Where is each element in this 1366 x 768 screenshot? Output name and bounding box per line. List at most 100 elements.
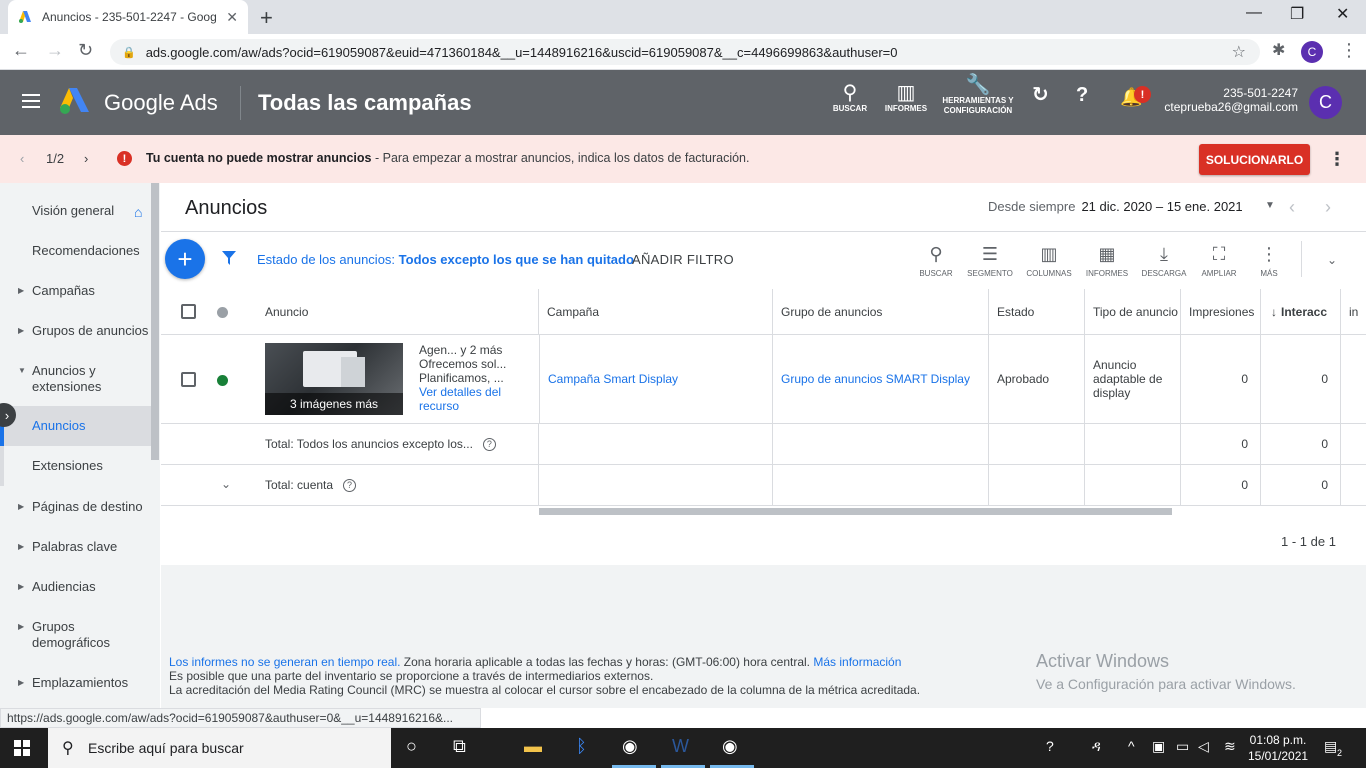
status-dot-enabled[interactable] xyxy=(217,375,228,386)
date-next-icon[interactable]: › xyxy=(1325,197,1331,218)
browser-tabstrip: Anuncios - 235-501-2247 - Goog ✕ + — ❐ ✕ xyxy=(0,0,1366,34)
account-avatar[interactable]: C xyxy=(1309,86,1342,119)
refresh-icon[interactable]: ↻ xyxy=(1032,85,1049,105)
sidebar-item-audiences[interactable]: ▶ Audiencias xyxy=(0,579,152,595)
help-circle-icon[interactable]: ? xyxy=(343,478,357,492)
help-circle-icon[interactable]: ? xyxy=(482,437,496,451)
view-asset-details-link[interactable]: Ver detalles del recurso xyxy=(419,385,519,413)
wifi-icon[interactable]: ≋ xyxy=(1224,738,1236,755)
word-icon[interactable]: W xyxy=(672,736,689,757)
reload-icon[interactable]: ↻ xyxy=(78,40,93,61)
table-horizontal-scrollbar[interactable] xyxy=(539,508,1172,515)
bluetooth-icon[interactable]: ᛒ xyxy=(576,736,587,757)
fix-button[interactable]: SOLUCIONARLO xyxy=(1199,144,1310,175)
sidebar-item-keywords[interactable]: ▶ Palabras clave xyxy=(0,539,152,555)
account-id: 235-501-2247 xyxy=(1223,86,1298,100)
menu-icon[interactable] xyxy=(22,94,40,112)
new-tab-icon[interactable]: + xyxy=(260,5,273,31)
browser-tab[interactable]: Anuncios - 235-501-2247 - Goog ✕ xyxy=(8,0,248,34)
battery-icon[interactable]: ▭ xyxy=(1176,738,1189,755)
more-button[interactable]: ⋮ MÁS xyxy=(1241,243,1297,278)
url-field[interactable]: 🔒 ads.google.com/aw/ads?ocid=619059087&e… xyxy=(110,39,1260,65)
date-prev-icon[interactable]: ‹ xyxy=(1289,197,1295,218)
people-icon[interactable]: ዳ xyxy=(1092,738,1101,755)
close-window-icon[interactable]: ✕ xyxy=(1336,4,1349,24)
task-view-icon[interactable]: ⧉ xyxy=(453,736,466,757)
col-campaign[interactable]: Campaña xyxy=(539,289,773,335)
browser-menu-icon[interactable]: ⋮ xyxy=(1340,40,1358,61)
select-all-checkbox[interactable] xyxy=(181,304,196,319)
header-tools-button[interactable]: 🔧 HERRAMIENTAS Y CONFIGURACIÓN xyxy=(942,74,1014,116)
filter-icon[interactable] xyxy=(221,250,237,266)
chevron-down-icon[interactable]: ⌄ xyxy=(1327,253,1337,267)
help-tray-icon[interactable]: ? xyxy=(1046,738,1054,754)
col-status[interactable]: Estado xyxy=(989,289,1085,335)
notification-count: 2 xyxy=(1337,748,1343,758)
sidebar-item-ads-extensions[interactable]: ▼ Anuncios y extensiones xyxy=(0,363,150,395)
network-icon[interactable]: ▣ xyxy=(1152,738,1165,755)
extensions-icon[interactable]: ✱ xyxy=(1272,40,1285,60)
col-interactions[interactable]: ↓ Interacc xyxy=(1261,289,1341,335)
action-center-icon[interactable]: ▤ xyxy=(1324,738,1337,755)
cortana-icon[interactable]: ○ xyxy=(406,736,417,757)
sidebar-item-placements[interactable]: ▶ Emplazamientos xyxy=(0,675,152,691)
chevron-down-icon[interactable]: ⌄ xyxy=(221,477,231,491)
ad-group-link[interactable]: Grupo de anuncios SMART Display xyxy=(781,372,970,386)
columns-button[interactable]: ▥ COLUMNAS xyxy=(1021,243,1077,278)
ad-thumbnail[interactable]: 3 imágenes más xyxy=(265,343,403,415)
close-tab-icon[interactable]: ✕ xyxy=(226,9,238,26)
segment-button[interactable]: ☰ SEGMENTO xyxy=(962,243,1018,278)
reports-button[interactable]: ▦ INFORMES xyxy=(1079,243,1135,278)
date-dropdown-icon[interactable]: ▼ xyxy=(1265,200,1275,211)
add-filter-button[interactable]: AÑADIR FILTRO xyxy=(632,252,734,267)
chrome-profile-e-icon[interactable]: ◉ xyxy=(622,736,638,757)
minimize-icon[interactable]: — xyxy=(1246,4,1262,22)
expand-button[interactable]: ⛶ AMPLIAR xyxy=(1191,243,1247,278)
chrome-profile-c-icon[interactable]: ◉ xyxy=(722,736,738,757)
restore-icon[interactable]: ❐ xyxy=(1290,4,1304,24)
sidebar-item-campaigns[interactable]: ▶ Campañas xyxy=(0,283,152,299)
header-reports-button[interactable]: ▥ INFORMES xyxy=(882,82,930,114)
expand-arrow-icon: ▶ xyxy=(18,622,25,631)
profile-avatar[interactable]: C xyxy=(1301,41,1323,63)
header-search-button[interactable]: ⚲ BUSCAR xyxy=(830,82,870,114)
col-impressions[interactable]: Impresiones xyxy=(1181,289,1261,335)
active-filter[interactable]: Estado de los anuncios: Todos excepto lo… xyxy=(257,252,634,267)
download-button[interactable]: ⤓ DESCARGA xyxy=(1136,243,1192,278)
table-search-button[interactable]: ⚲ BUSCAR xyxy=(908,243,964,278)
campaign-link[interactable]: Campaña Smart Display xyxy=(548,372,678,386)
total-account-interactions: 0 xyxy=(1261,465,1341,505)
col-ad[interactable]: Anuncio xyxy=(257,289,539,335)
tray-expand-icon[interactable]: ^ xyxy=(1128,738,1135,754)
alert-prev-icon[interactable]: ‹ xyxy=(20,151,24,166)
sidebar-item-overview[interactable]: Visión general xyxy=(0,203,152,219)
file-explorer-icon[interactable]: ▬ xyxy=(524,736,542,757)
sidebar-item-demographics[interactable]: ▶ Grupos demográficos xyxy=(0,619,140,651)
sidebar-item-landing-pages[interactable]: ▶ Páginas de destino xyxy=(0,499,152,515)
windows-start-icon[interactable] xyxy=(14,740,30,756)
volume-icon[interactable]: ◁ xyxy=(1198,738,1209,755)
sidebar-item-recommendations[interactable]: Recomendaciones xyxy=(0,243,152,259)
alert-next-icon[interactable]: › xyxy=(84,151,88,166)
taskbar-search[interactable]: ⚲ Escribe aquí para buscar xyxy=(48,728,391,768)
account-info[interactable]: 235-501-2247 cteprueba26@gmail.com xyxy=(1160,86,1298,114)
alert-more-icon[interactable]: ⋮ xyxy=(1328,149,1346,170)
forward-icon[interactable]: → xyxy=(46,40,64,61)
help-icon[interactable]: ? xyxy=(1076,85,1088,105)
add-ad-button[interactable]: + xyxy=(165,239,205,279)
row-checkbox[interactable] xyxy=(181,372,196,387)
bookmark-star-icon[interactable]: ☆ xyxy=(1232,42,1246,62)
sidebar-item-ad-groups[interactable]: ▶ Grupos de anuncios xyxy=(0,323,152,339)
realtime-link[interactable]: Los informes no se generan en tiempo rea… xyxy=(169,655,400,669)
clock[interactable]: 01:08 p.m. 15/01/2021 xyxy=(1248,732,1308,764)
col-ad-type[interactable]: Tipo de anuncio xyxy=(1085,289,1181,335)
table-header: Anuncio Campaña Grupo de anuncios Estado… xyxy=(161,289,1366,335)
sidebar-item-extensions[interactable]: Extensiones xyxy=(0,446,152,486)
back-icon[interactable]: ← xyxy=(12,40,30,61)
date-range-picker[interactable]: Desde siempre 21 dic. 2020 – 15 ene. 2021 xyxy=(988,199,1243,214)
sidebar-item-ads[interactable]: Anuncios xyxy=(0,406,152,446)
col-partial[interactable]: in xyxy=(1341,289,1366,335)
sidebar-scrollbar[interactable] xyxy=(151,183,159,460)
col-ad-group[interactable]: Grupo de anuncios xyxy=(773,289,989,335)
more-info-link[interactable]: Más información xyxy=(813,655,901,669)
